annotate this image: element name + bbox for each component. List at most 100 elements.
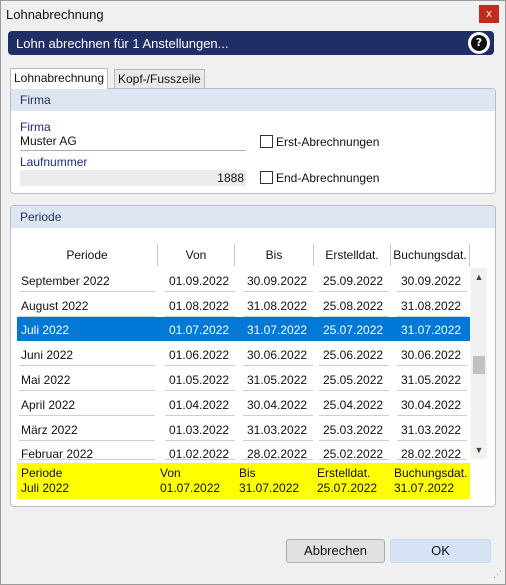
erst-abrechnungen-checkbox[interactable] (260, 135, 273, 148)
table-row[interactable]: April 2022 01.04.2022 30.04.2022 25.04.2… (17, 392, 470, 416)
summary-value-erstelldat: 25.07.2022 (317, 481, 378, 495)
resize-grip-icon[interactable]: ⋰ (493, 569, 502, 580)
table-row-selected[interactable]: Juli 2022 01.07.2022 31.07.2022 25.07.20… (17, 317, 470, 341)
cell-erstelldat: 25.05.2022 (323, 373, 384, 387)
cell-periode: Mai 2022 (21, 373, 71, 387)
cell-underline (165, 459, 235, 460)
cell-buchungsdat: 31.03.2022 (401, 423, 462, 437)
summary-label-erstelldat: Erstelldat. (317, 466, 371, 480)
cell-buchungsdat: 30.09.2022 (401, 274, 462, 288)
cell-bis: 30.06.2022 (247, 348, 308, 362)
cell-buchungsdat: 31.07.2022 (401, 323, 462, 337)
cell-bis: 30.09.2022 (247, 274, 308, 288)
cell-buchungsdat: 31.08.2022 (401, 299, 462, 313)
ok-button[interactable]: OK (390, 539, 491, 563)
periode-panel-header: Periode (11, 206, 495, 228)
cell-erstelldat: 25.07.2022 (323, 323, 384, 337)
cell-underline (243, 459, 313, 460)
scroll-thumb[interactable] (473, 356, 485, 374)
cell-underline (19, 291, 155, 292)
cell-underline (397, 365, 467, 366)
cell-underline (243, 415, 313, 416)
dialog-window: Lohnabrechnung x Lohn abrechnen für 1 An… (0, 0, 506, 585)
table-row[interactable]: Mai 2022 01.05.2022 31.05.2022 25.05.202… (17, 367, 470, 391)
cell-underline (319, 365, 389, 366)
list-scrollbar[interactable]: ▲ ▼ (471, 268, 487, 459)
selected-period-summary: Periode Juli 2022 Von 01.07.2022 Bis 31.… (17, 463, 470, 499)
table-row[interactable]: Juni 2022 01.06.2022 30.06.2022 25.06.20… (17, 342, 470, 366)
firma-field[interactable]: Muster AG (20, 134, 246, 151)
cell-bis: 31.05.2022 (247, 373, 308, 387)
col-divider (469, 244, 470, 266)
col-header-periode[interactable]: Periode (17, 242, 157, 268)
cell-bis: 31.08.2022 (247, 299, 308, 313)
cell-underline (397, 459, 467, 460)
summary-value-bis: 31.07.2022 (239, 481, 300, 495)
summary-value-von: 01.07.2022 (160, 481, 221, 495)
summary-label-periode: Periode (21, 466, 63, 480)
help-button[interactable]: ? (468, 32, 490, 54)
table-row[interactable]: August 2022 01.08.2022 31.08.2022 25.08.… (17, 293, 470, 317)
cell-erstelldat: 25.09.2022 (323, 274, 384, 288)
summary-value-buchungsdat: 31.07.2022 (394, 481, 455, 495)
laufnummer-field[interactable]: 1888 (20, 170, 246, 186)
cell-underline (165, 365, 235, 366)
header-banner: Lohn abrechnen für 1 Anstellungen... ? (8, 31, 494, 55)
help-icon: ? (471, 35, 487, 51)
cell-von: 01.07.2022 (169, 323, 230, 337)
cell-underline (319, 390, 389, 391)
cell-underline (397, 440, 467, 441)
table-row[interactable]: September 2022 01.09.2022 30.09.2022 25.… (17, 268, 470, 292)
close-button[interactable]: x (479, 5, 499, 23)
cancel-button[interactable]: Abbrechen (286, 539, 385, 563)
cell-von: 01.06.2022 (169, 348, 230, 362)
cell-erstelldat: 25.04.2022 (323, 398, 384, 412)
cell-underline (19, 459, 155, 460)
table-row[interactable]: März 2022 01.03.2022 31.03.2022 25.03.20… (17, 417, 470, 441)
firma-panel: Firma Firma Muster AG Laufnummer 1888 Er… (10, 88, 496, 194)
firma-panel-header: Firma (11, 89, 495, 111)
col-header-buchungsdat[interactable]: Buchungsdat. (391, 242, 469, 268)
cell-underline (243, 440, 313, 441)
cell-underline (165, 440, 235, 441)
end-abrechnungen-label: End-Abrechnungen (276, 171, 380, 185)
summary-label-von: Von (160, 466, 181, 480)
cell-von: 01.09.2022 (169, 274, 230, 288)
cell-von: 01.05.2022 (169, 373, 230, 387)
cell-von: 01.03.2022 (169, 423, 230, 437)
cell-underline (19, 365, 155, 366)
cell-underline (397, 390, 467, 391)
cell-periode: September 2022 (21, 274, 110, 288)
title-bar: Lohnabrechnung x (1, 1, 505, 27)
cell-underline (243, 291, 313, 292)
cell-underline (165, 415, 235, 416)
col-header-erstelldat[interactable]: Erstelldat. (314, 242, 390, 268)
banner-text: Lohn abrechnen für 1 Anstellungen... (16, 36, 229, 51)
cell-bis: 31.03.2022 (247, 423, 308, 437)
cell-erstelldat: 25.08.2022 (323, 299, 384, 313)
scroll-down-arrow-icon[interactable]: ▼ (471, 443, 487, 457)
cell-bis: 31.07.2022 (247, 323, 308, 337)
periode-panel: Periode Periode Von Bis Erstelldat. Buch… (10, 205, 496, 507)
scroll-up-arrow-icon[interactable]: ▲ (471, 270, 487, 284)
table-row[interactable]: Februar 2022 01.02.2022 28.02.2022 25.02… (17, 442, 470, 461)
summary-value-periode: Juli 2022 (21, 481, 70, 495)
grid-header: Periode Von Bis Erstelldat. Buchungsdat. (17, 242, 491, 268)
col-header-bis[interactable]: Bis (235, 242, 313, 268)
cell-buchungsdat: 30.04.2022 (401, 398, 462, 412)
cell-underline (319, 459, 389, 460)
erst-abrechnungen-label: Erst-Abrechnungen (276, 135, 380, 149)
tab-lohnabrechnung[interactable]: Lohnabrechnung (10, 68, 109, 89)
summary-label-bis: Bis (239, 466, 256, 480)
tab-kopf-fusszeile[interactable]: Kopf-/Fusszeile (114, 69, 205, 89)
cell-underline (319, 291, 389, 292)
window-title: Lohnabrechnung (6, 7, 104, 22)
cell-underline (165, 390, 235, 391)
end-abrechnungen-checkbox[interactable] (260, 171, 273, 184)
cell-underline (397, 291, 467, 292)
cell-buchungsdat: 30.06.2022 (401, 348, 462, 362)
cell-underline (319, 440, 389, 441)
cell-periode: April 2022 (21, 398, 76, 412)
cell-erstelldat: 25.06.2022 (323, 348, 384, 362)
col-header-von[interactable]: Von (158, 242, 234, 268)
